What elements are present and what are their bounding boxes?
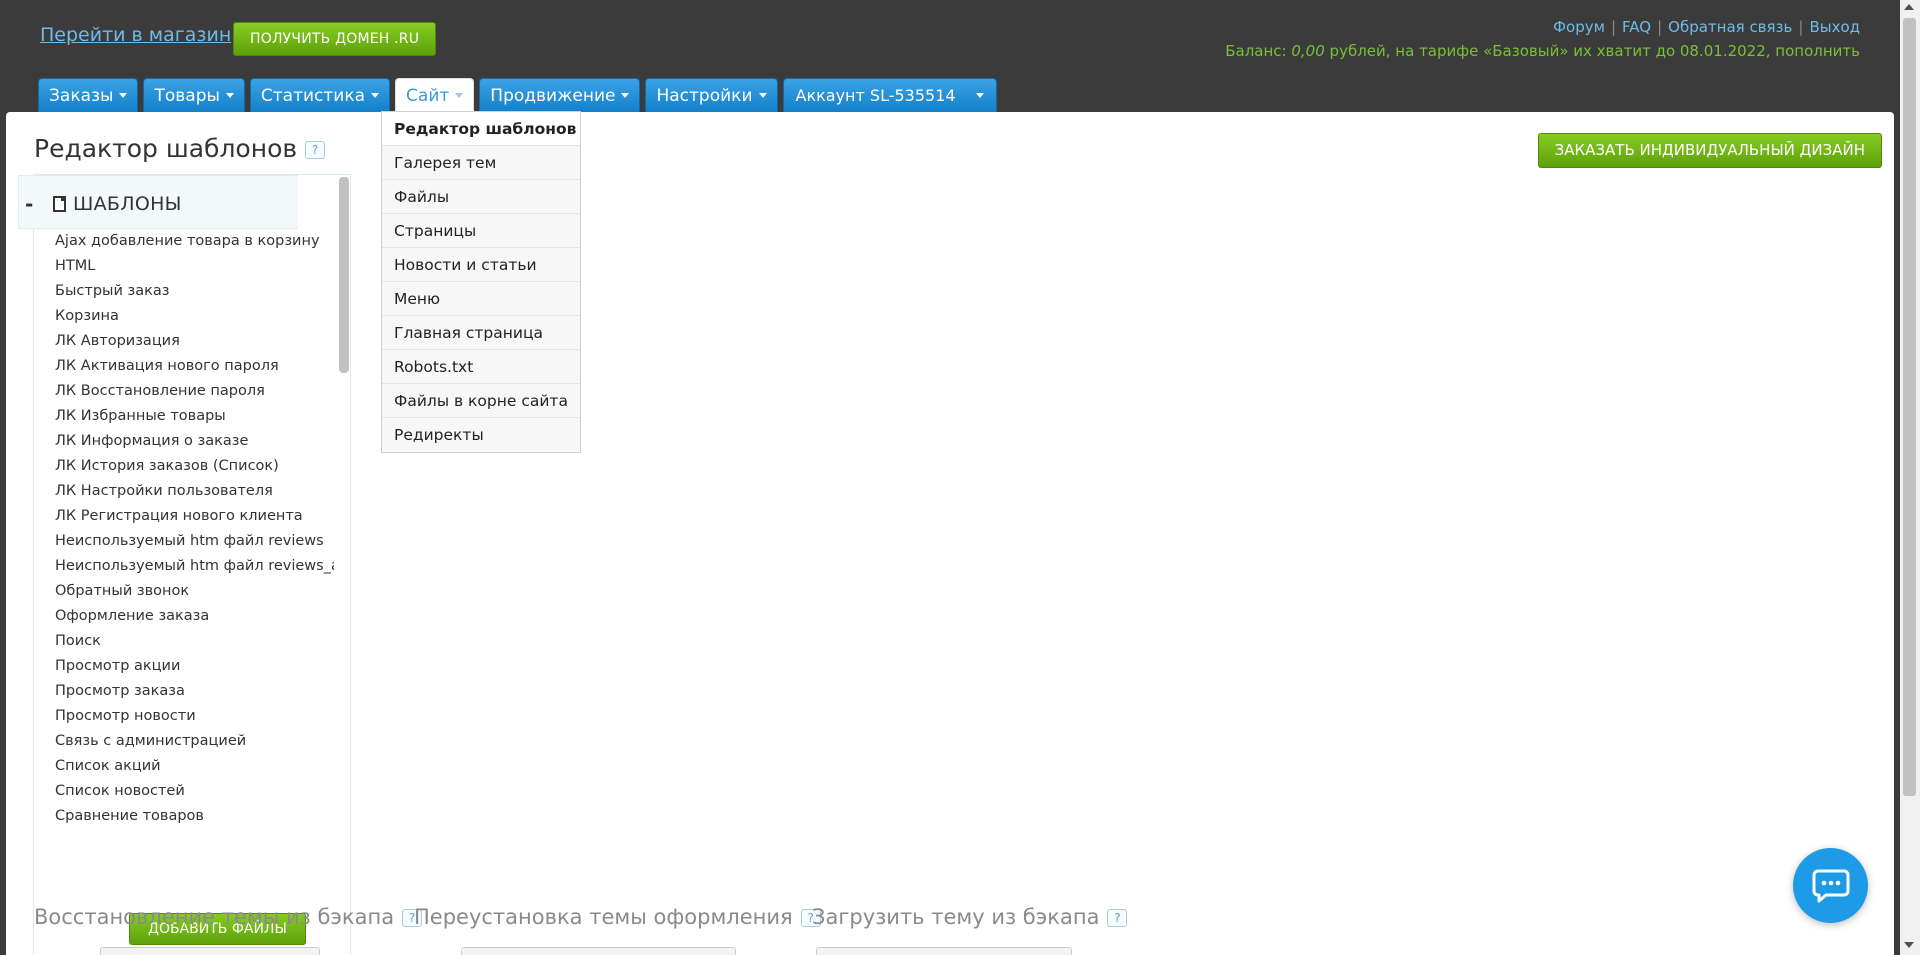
tab-label: Товары	[154, 85, 220, 106]
list-item[interactable]: ЛК Авторизация	[34, 329, 334, 354]
list-item[interactable]: Оформление заказа	[34, 604, 334, 629]
restore-backup-select[interactable]	[100, 947, 320, 955]
faq-link[interactable]: FAQ	[1622, 18, 1651, 36]
list-item[interactable]: Неиспользуемый htm файл reviews_add	[34, 554, 334, 579]
help-icon[interactable]: ?	[305, 141, 326, 159]
list-item[interactable]: ЛК Избранные товары	[34, 404, 334, 429]
menu-item-theme-gallery[interactable]: Галерея тем	[382, 146, 580, 180]
tab-site[interactable]: Сайт	[395, 78, 475, 112]
upload-backup-title: Загрузить тему из бэкапа	[812, 905, 1100, 929]
menu-item-robots[interactable]: Robots.txt	[382, 350, 580, 384]
page-title: Редактор шаблонов	[34, 134, 298, 163]
tab-label: Продвижение	[490, 85, 616, 106]
list-item[interactable]: Просмотр новости	[34, 704, 334, 729]
tab-settings[interactable]: Настройки	[645, 78, 778, 112]
help-icon[interactable]: ?	[1107, 909, 1128, 927]
list-item[interactable]: Связь с администрацией	[34, 729, 334, 754]
list-item[interactable]: Быстрый заказ	[34, 279, 334, 304]
top-bar: Перейти в магазин ПОЛУЧИТЬ ДОМЕН .RU Фор…	[0, 0, 1920, 112]
balance-amount: 0,00	[1291, 42, 1325, 60]
list-item[interactable]: Обратный звонок	[34, 579, 334, 604]
caret-down-icon	[119, 93, 128, 98]
menu-item-files[interactable]: Файлы	[382, 180, 580, 214]
menu-item-menu[interactable]: Меню	[382, 282, 580, 316]
caret-down-icon	[975, 93, 984, 98]
templates-heading: ШАБЛОНЫ	[73, 193, 182, 215]
collapse-toggle[interactable]: -	[25, 192, 33, 216]
tab-label: Сайт	[406, 85, 450, 106]
page-scrollbar-thumb[interactable]	[1903, 18, 1916, 796]
upload-backup-title-wrap: Загрузить тему из бэкапа?	[812, 905, 1128, 929]
list-item[interactable]: Сравнение товаров	[34, 804, 334, 829]
menu-item-template-editor[interactable]: Редактор шаблонов	[382, 112, 580, 146]
main-nav: Заказы Товары Статистика Сайт Продвижени…	[38, 78, 1002, 112]
menu-item-home-page[interactable]: Главная страница	[382, 316, 580, 350]
menu-item-pages[interactable]: Страницы	[382, 214, 580, 248]
list-item[interactable]: HTML	[34, 254, 334, 279]
caret-down-icon	[371, 93, 380, 98]
restore-backup-title-wrap: Восстановление темы из бэкапа?	[34, 905, 423, 929]
site-dropdown-menu: Редактор шаблонов Галерея тем Файлы Стра…	[381, 111, 581, 453]
balance-prefix: Баланс:	[1225, 42, 1292, 60]
list-item[interactable]: Список акций	[34, 754, 334, 779]
separator: |	[1798, 18, 1804, 36]
reinstall-theme-title-wrap: Переустановка темы оформления?	[414, 905, 821, 929]
list-item[interactable]: ЛК Информация о заказе	[34, 429, 334, 454]
menu-item-redirects[interactable]: Редиректы	[382, 418, 580, 452]
reinstall-theme-select[interactable]	[461, 947, 736, 955]
page-title-wrap: Редактор шаблонов?	[34, 134, 326, 163]
tab-statistics[interactable]: Статистика	[249, 78, 391, 112]
tab-products[interactable]: Товары	[143, 78, 245, 112]
list-item[interactable]: Корзина	[34, 304, 334, 329]
caret-down-icon	[225, 93, 234, 98]
balance-suffix[interactable]: рублей, на тарифе «Базовый» их хватит до…	[1325, 42, 1860, 60]
templates-box: - ШАБЛОНЫ Ajax добавление товара в корзи…	[18, 174, 351, 955]
list-item[interactable]: ЛК Регистрация нового клиента	[34, 504, 334, 529]
list-item[interactable]: Список новостей	[34, 779, 334, 804]
list-item[interactable]: Поиск	[34, 629, 334, 654]
restore-backup-title: Восстановление темы из бэкапа	[34, 905, 395, 929]
feedback-link[interactable]: Обратная связь	[1668, 18, 1792, 36]
tab-label: Аккаунт SL-535514	[795, 85, 956, 105]
tab-label: Настройки	[656, 85, 753, 106]
scroll-up-icon[interactable]	[1904, 4, 1914, 10]
tab-orders[interactable]: Заказы	[38, 78, 139, 112]
caret-down-icon	[455, 93, 464, 98]
caret-down-icon	[758, 93, 767, 98]
templates-header[interactable]: - ШАБЛОНЫ	[18, 175, 298, 229]
get-domain-button[interactable]: ПОЛУЧИТЬ ДОМЕН .RU	[233, 22, 437, 56]
list-item[interactable]: Ajax добавление товара в корзину	[34, 229, 334, 254]
order-design-button[interactable]: ЗАКАЗАТЬ ИНДИВИДУАЛЬНЫЙ ДИЗАЙН	[1537, 133, 1882, 168]
balance-info: Баланс: 0,00 рублей, на тарифе «Базовый»…	[1225, 42, 1860, 60]
tab-label: Заказы	[49, 85, 114, 106]
forum-link[interactable]: Форум	[1553, 18, 1605, 36]
main-panel: Редактор шаблонов? ЗАКАЗАТЬ ИНДИВИДУАЛЬН…	[6, 112, 1894, 955]
scroll-down-icon[interactable]	[1904, 942, 1914, 948]
caret-down-icon	[621, 93, 630, 98]
separator: |	[1657, 18, 1663, 36]
go-to-shop-link[interactable]: Перейти в магазин	[40, 24, 231, 46]
list-item[interactable]: Просмотр акции	[34, 654, 334, 679]
list-item[interactable]: ЛК История заказов (Список)	[34, 454, 334, 479]
list-item[interactable]: Неиспользуемый htm файл reviews	[34, 529, 334, 554]
templates-scrollbar[interactable]	[339, 177, 349, 373]
tab-label: Статистика	[260, 85, 366, 106]
list-item[interactable]: ЛК Настройки пользователя	[34, 479, 334, 504]
document-icon	[53, 196, 66, 212]
menu-item-news[interactable]: Новости и статьи	[382, 248, 580, 282]
separator: |	[1610, 18, 1617, 36]
chat-icon	[1812, 869, 1850, 903]
tab-account[interactable]: Аккаунт SL-535514	[782, 78, 997, 112]
tab-promotion[interactable]: Продвижение	[479, 78, 641, 112]
reinstall-theme-title: Переустановка темы оформления	[414, 905, 793, 929]
list-item[interactable]: ЛК Восстановление пароля	[34, 379, 334, 404]
list-item[interactable]: Просмотр заказа	[34, 679, 334, 704]
templates-list: Ajax добавление товара в корзину HTML Бы…	[34, 229, 334, 829]
logout-link[interactable]: Выход	[1809, 18, 1860, 36]
list-item[interactable]: ЛК Активация нового пароля	[34, 354, 334, 379]
top-links: Форум | FAQ | Обратная связь | Выход	[1553, 18, 1860, 36]
upload-backup-field[interactable]	[816, 947, 1072, 955]
chat-button[interactable]	[1793, 848, 1868, 923]
menu-item-root-files[interactable]: Файлы в корне сайта	[382, 384, 580, 418]
